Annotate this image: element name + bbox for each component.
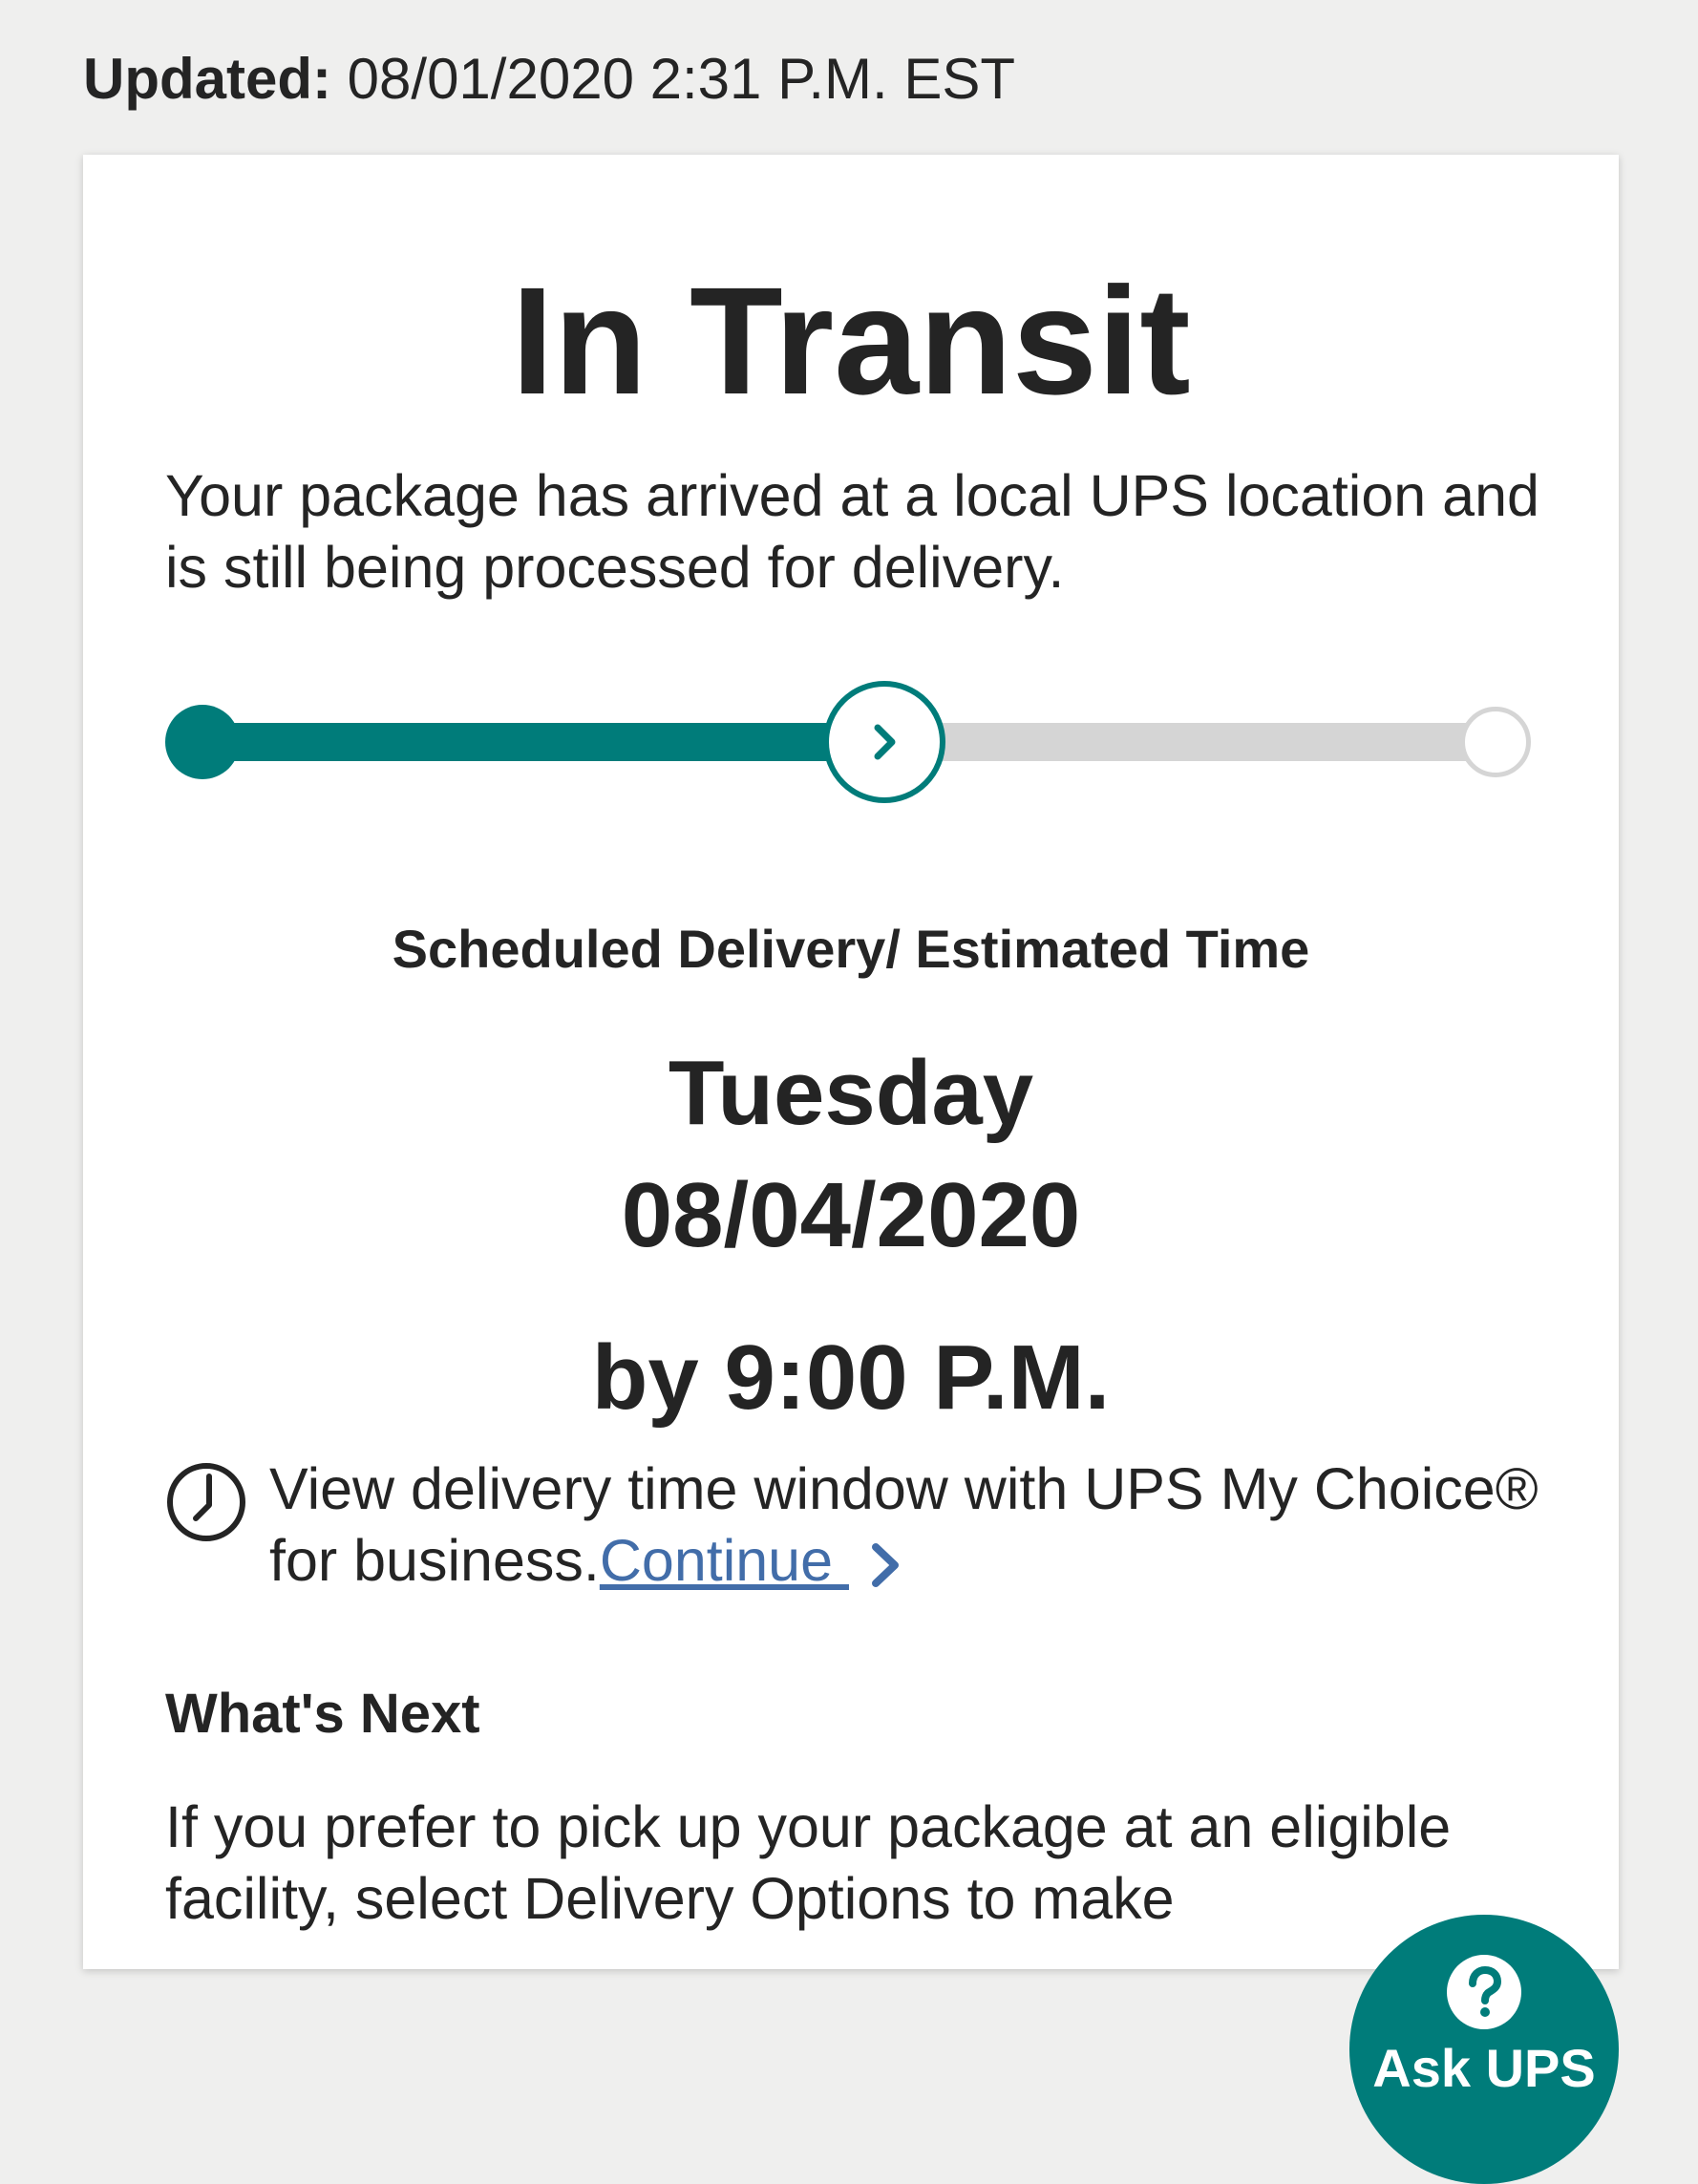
- progress-end-marker: [1460, 707, 1531, 777]
- ask-ups-label: Ask UPS: [1372, 2038, 1596, 2098]
- shipment-progress-tracker: [165, 680, 1535, 804]
- delivery-window-text: View delivery time window with UPS My Ch…: [269, 1453, 1578, 1597]
- delivery-window-note: View delivery time window with UPS My Ch…: [165, 1453, 1569, 1616]
- whats-next-text: If you prefer to pick up your package at…: [165, 1794, 1452, 1931]
- status-description: Your package has arrived at a local UPS …: [165, 463, 1539, 600]
- progress-start-marker: [165, 705, 240, 779]
- delivery-time: by 9:00 P.M.: [591, 1326, 1111, 1429]
- updated-label: Updated:: [83, 47, 331, 111]
- progress-fill: [203, 723, 884, 761]
- updated-timestamp: Updated: 08/01/2020 2:31 P.M. EST: [83, 46, 1015, 113]
- scheduled-delivery-label: Scheduled Delivery/ Estimated Time: [392, 919, 1310, 979]
- chevron-right-icon[interactable]: [866, 1537, 904, 1593]
- clock-icon: [167, 1463, 245, 1541]
- ask-ups-button[interactable]: Ask UPS: [1349, 1915, 1619, 2184]
- status-title: In Transit: [511, 255, 1191, 426]
- tracking-status-card: In Transit Your package has arrived at a…: [83, 155, 1619, 2184]
- whats-next-heading: What's Next: [165, 1683, 480, 1745]
- delivery-date: 08/04/2020: [621, 1164, 1081, 1266]
- continue-link[interactable]: Continue: [600, 1528, 849, 1593]
- chevron-right-icon: [874, 724, 896, 760]
- delivery-day: Tuesday: [668, 1042, 1034, 1144]
- progress-current-step: [822, 681, 945, 803]
- question-icon: [1447, 1955, 1521, 2029]
- updated-value: 08/01/2020 2:31 P.M. EST: [347, 47, 1016, 111]
